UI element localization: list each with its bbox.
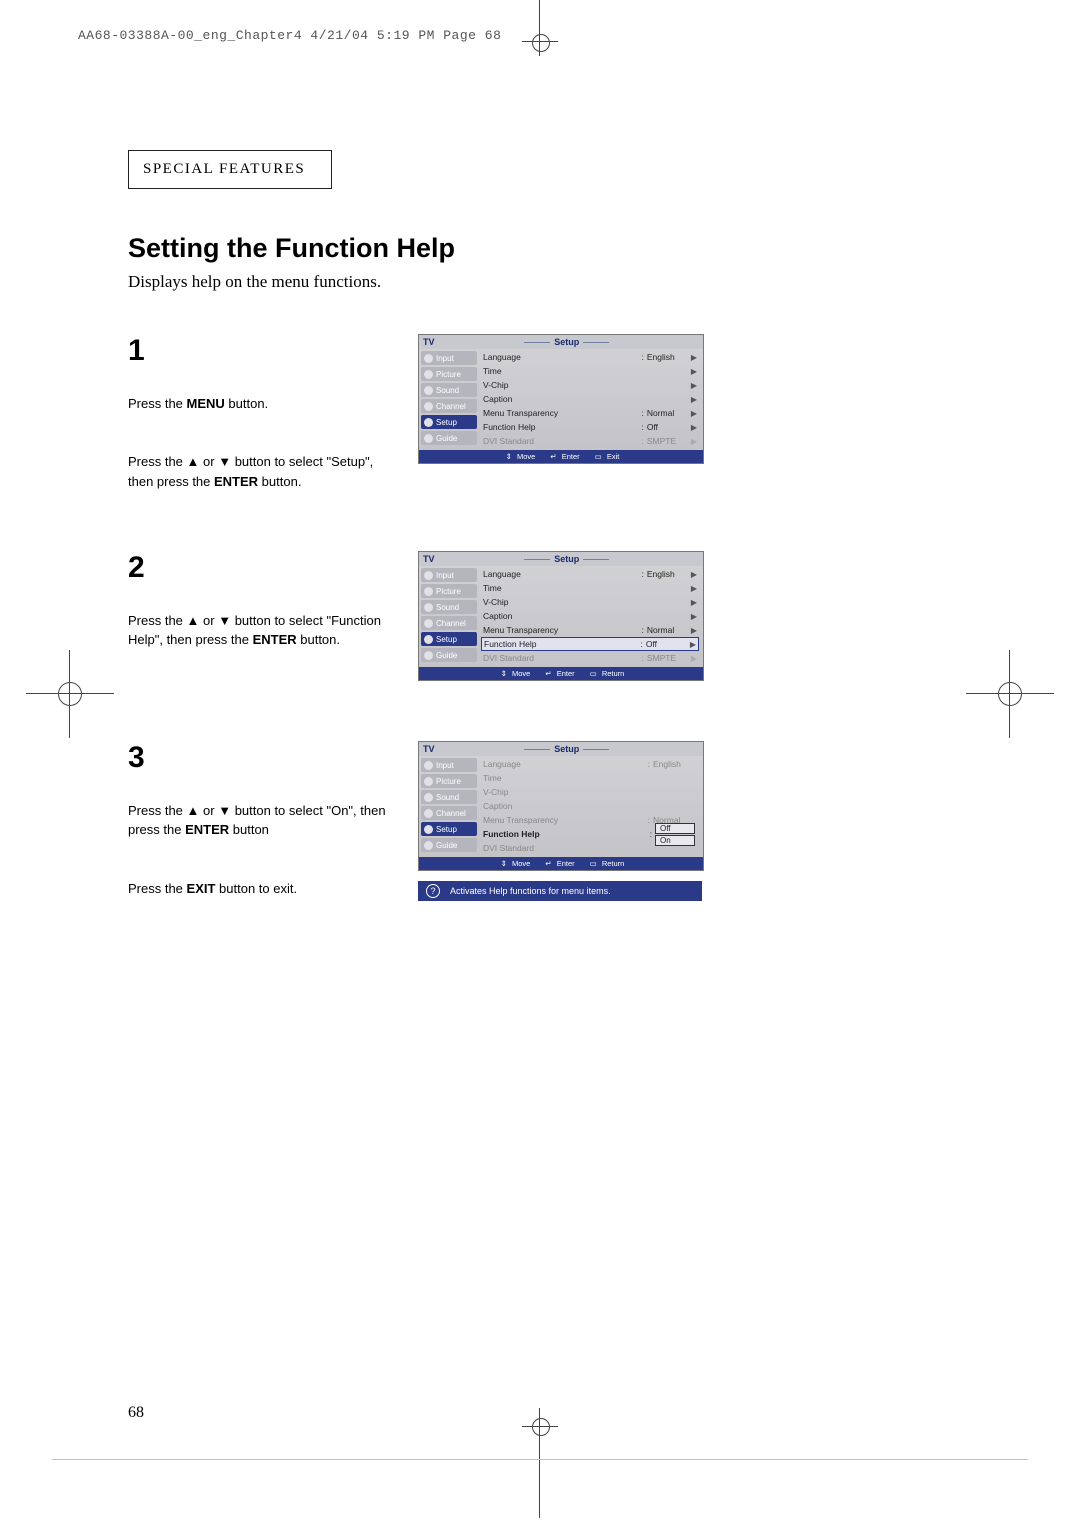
right-arrow-icon: ▶ — [691, 381, 697, 390]
registration-mark-left — [50, 674, 90, 714]
step-number: 3 — [128, 741, 388, 775]
sidebar-item: Guide — [421, 431, 477, 445]
osd-screenshot-2: TV Setup Input Picture Sound Channel Set… — [418, 551, 704, 681]
step-body: Press the ▲ or ▼ button to select "Funct… — [128, 591, 388, 650]
crop-mark-bottom — [528, 1408, 552, 1448]
sidebar-item: Input — [421, 351, 477, 365]
step-body: Press the ▲ or ▼ button to select "On", … — [128, 781, 388, 898]
print-header: AA68-03388A-00_eng_Chapter4 4/21/04 5:19… — [78, 28, 501, 43]
sound-icon — [424, 386, 433, 395]
channel-icon — [424, 402, 433, 411]
osd-title: Setup — [435, 744, 699, 754]
down-arrow-icon: ▼ — [218, 454, 231, 469]
right-arrow-icon: ▶ — [691, 423, 697, 432]
dropdown-option: Off — [655, 823, 695, 834]
osd-screenshot-1: TV Setup Input Picture Sound Channel Set… — [418, 334, 704, 464]
right-arrow-icon: ▶ — [691, 353, 697, 362]
page-title: Setting the Function Help — [128, 233, 952, 264]
sidebar-item: Channel — [421, 399, 477, 413]
picture-icon — [424, 370, 433, 379]
crop-mark-top — [528, 38, 552, 78]
osd-row-highlighted: Function Help:Off▶ — [481, 637, 699, 651]
help-tooltip-text: Activates Help functions for menu items. — [450, 886, 611, 896]
osd-tv-label: TV — [423, 337, 435, 347]
up-arrow-icon: ▲ — [187, 613, 200, 628]
step-2: 2 Press the ▲ or ▼ button to select "Fun… — [128, 551, 952, 681]
right-arrow-icon: ▶ — [691, 437, 697, 446]
sidebar-item-selected: Setup — [421, 415, 477, 429]
page-number: 68 — [128, 1404, 144, 1422]
osd-footer: ⇕ Move ↵ Enter ▭ Exit — [419, 450, 703, 463]
sidebar-item: Picture — [421, 367, 477, 381]
down-arrow-icon: ▼ — [218, 613, 231, 628]
step-number: 2 — [128, 551, 388, 585]
osd-main: Language:English▶ Time▶ V-Chip▶ Caption▶… — [479, 349, 703, 450]
help-icon: ? — [426, 884, 440, 898]
osd-title: Setup — [435, 554, 699, 564]
osd-sidebar: Input Picture Sound Channel Setup Guide — [419, 349, 479, 450]
guide-icon — [424, 434, 433, 443]
registration-mark-right — [990, 674, 1030, 714]
right-arrow-icon: ▶ — [691, 395, 697, 404]
section-label: SPECIAL FEATURES — [128, 150, 332, 189]
osd-tv-label: TV — [423, 554, 435, 564]
up-arrow-icon: ▲ — [187, 803, 200, 818]
step-3: 3 Press the ▲ or ▼ button to select "On"… — [128, 741, 952, 901]
setup-icon — [424, 418, 433, 427]
right-arrow-icon: ▶ — [691, 409, 697, 418]
step-1: 1 Press the MENU button. Press the ▲ or … — [128, 334, 952, 491]
osd-title: Setup — [435, 337, 699, 347]
up-arrow-icon: ▲ — [187, 454, 200, 469]
page-bottom-rule — [52, 1459, 1028, 1460]
help-tooltip-bar: ? Activates Help functions for menu item… — [418, 881, 702, 901]
osd-tv-label: TV — [423, 744, 435, 754]
sidebar-item: Sound — [421, 383, 477, 397]
step-body: Press the MENU button. Press the ▲ or ▼ … — [128, 374, 388, 491]
manual-page: AA68-03388A-00_eng_Chapter4 4/21/04 5:19… — [0, 0, 1080, 1528]
content-area: SPECIAL FEATURES Setting the Function He… — [128, 150, 952, 901]
input-icon — [424, 354, 433, 363]
page-subtitle: Displays help on the menu functions. — [128, 272, 952, 292]
osd-row-function-help: Function Help: Off On — [481, 827, 699, 841]
down-arrow-icon: ▼ — [218, 803, 231, 818]
right-arrow-icon: ▶ — [691, 367, 697, 376]
osd-screenshot-3: TV Setup Input Picture Sound Channel Set… — [418, 741, 704, 871]
step-number: 1 — [128, 334, 388, 368]
